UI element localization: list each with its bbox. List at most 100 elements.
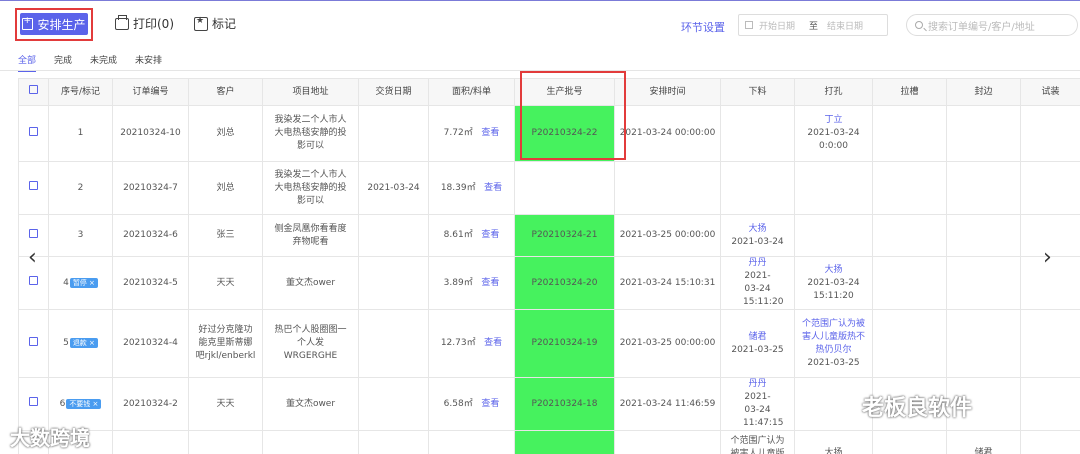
print-button[interactable]: 打印(0)	[115, 14, 174, 32]
cut-worker: 储君	[748, 331, 767, 342]
col-header: 试装	[1020, 78, 1080, 106]
status-badge[interactable]: 暂停 ×	[69, 277, 98, 288]
delivery-date	[358, 377, 429, 431]
address-cell: 我染发二个人市人大电热毯安静的投影可以	[262, 161, 359, 215]
calendar-icon	[745, 21, 753, 29]
order-number-link[interactable]: 20210324-5	[112, 256, 189, 310]
chevron-right-icon[interactable]: ›	[1043, 245, 1052, 270]
area-value: 8.61㎡	[443, 230, 473, 240]
customer-cell: 天天	[188, 256, 263, 310]
edge-cell	[946, 105, 1021, 162]
view-link[interactable]: 查看	[481, 230, 499, 240]
trial-cell	[1020, 430, 1080, 454]
address-cell	[262, 430, 359, 454]
select-all-checkbox[interactable]	[29, 85, 38, 94]
status-badge[interactable]: 不要钱 ×	[66, 398, 102, 409]
row-number-cell: 5 退款 ×	[48, 309, 113, 378]
batch-number: P20210324-20	[514, 256, 615, 310]
drill-date: 2021-03-24 0:0:00	[807, 128, 860, 151]
batch-number: P20210324-18	[514, 377, 615, 431]
stage-settings-link[interactable]: 环节设置	[681, 19, 725, 35]
row-checkbox[interactable]	[29, 126, 38, 136]
trial-cell	[1020, 377, 1080, 431]
area-cell: 7.72㎡ 查看	[428, 105, 515, 162]
watermark-right: 老板良软件	[862, 396, 973, 421]
watermark-left: 大数跨境	[10, 426, 90, 450]
col-header: 拉槽	[872, 78, 947, 106]
area-cell: 12.73㎡ 查看	[428, 309, 515, 378]
table-row[interactable]: 个范围广认为被害人儿童版 大扬 储君	[18, 430, 1080, 454]
drill-cell: 丁立 2021-03-24 0:0:00	[794, 105, 873, 162]
order-number-link[interactable]: 20210324-10	[112, 105, 189, 162]
delivery-date	[358, 256, 429, 310]
area-cell: 6.58㎡ 查看	[428, 377, 515, 431]
row-checkbox[interactable]	[29, 181, 38, 190]
customer-cell: 刘总	[188, 105, 263, 162]
order-number-link[interactable]: 20210324-6	[112, 214, 189, 257]
status-badge[interactable]: 退款 ×	[69, 338, 98, 348]
view-link[interactable]: 查看	[484, 183, 502, 193]
drill-cell	[794, 377, 873, 431]
row-checkbox[interactable]	[29, 228, 38, 238]
date-range-picker[interactable]: 开始日期 至 结束日期	[738, 14, 888, 36]
arrange-time: 2021-03-25 00:00:00	[614, 214, 721, 257]
view-link[interactable]: 查看	[481, 128, 499, 138]
col-header: 封边	[946, 78, 1021, 106]
cut-cell	[720, 161, 795, 215]
customer-cell: 张三	[188, 214, 263, 257]
address-cell: 董文杰ower	[262, 256, 359, 310]
drill-worker: 个范围广认为被害人儿童版热不热仍贝尔	[801, 318, 865, 355]
col-header: 项目地址	[262, 78, 359, 106]
search-input[interactable]: 搜索订单编号/客户/地址	[906, 14, 1078, 36]
col-header: 下料	[720, 78, 795, 106]
mark-button[interactable]: 标记	[194, 15, 236, 32]
order-number-link[interactable]	[112, 430, 189, 454]
row-checkbox[interactable]	[29, 397, 38, 406]
row-number: 2	[48, 161, 113, 215]
cut-date: 2021-03-24	[731, 236, 784, 247]
batch-number: P20210324-21	[514, 214, 615, 257]
address-cell: 董文杰ower	[262, 377, 359, 431]
delivery-date	[358, 430, 429, 454]
highlight-box-batch-column	[520, 71, 626, 160]
cut-date: 2021-03-25	[731, 344, 784, 355]
area-value: 6.58㎡	[443, 398, 473, 409]
chevron-left-icon[interactable]: ‹	[28, 245, 37, 270]
arrange-time: 2021-03-24 00:00:00	[614, 105, 721, 162]
groove-cell	[872, 430, 947, 454]
view-link[interactable]: 查看	[484, 338, 502, 348]
order-number-link[interactable]: 20210324-2	[112, 377, 189, 431]
delivery-date: 2021-03-24	[358, 161, 429, 215]
table-row[interactable]: 2 20210324-7 刘总 我染发二个人市人大电热毯安静的投影可以 2021…	[18, 161, 1080, 215]
row-number-cell: 4 暂停 ×	[48, 256, 113, 310]
view-link[interactable]: 查看	[481, 278, 499, 288]
table-row[interactable]: 5 退款 × 20210324-4 好过分克隆功能克里斯蒂娜吧rjkl/enber…	[18, 309, 1080, 378]
row-checkbox[interactable]	[29, 336, 38, 346]
arrange-time	[614, 161, 721, 215]
order-number-link[interactable]: 20210324-4	[112, 309, 189, 378]
select-all-cell[interactable]	[18, 78, 49, 106]
customer-cell	[188, 430, 263, 454]
drill-cell: 大扬 2021-03-24 15:11:20	[794, 256, 873, 310]
drill-cell: 个范围广认为被害人儿童版热不热仍贝尔 2021-03-25	[794, 309, 873, 378]
table-row[interactable]: 4 暂停 × 20210324-5 天天 董文杰ower 3.89㎡ 查看 P20…	[18, 256, 1080, 310]
view-link[interactable]: 查看	[481, 399, 499, 409]
row-number: 5	[63, 338, 69, 348]
customer-cell: 天天	[188, 377, 263, 431]
arrange-time	[614, 430, 721, 454]
col-header: 客户	[188, 78, 263, 106]
order-number-link[interactable]: 20210324-7	[112, 161, 189, 215]
address-cell: 热巴个人股圈图一个人发WRGERGHE	[262, 309, 359, 378]
cut-worker: 丹丹	[748, 258, 767, 268]
row-number: 6	[59, 398, 66, 409]
groove-cell	[872, 105, 947, 162]
cut-worker: 大扬	[748, 223, 767, 234]
search-icon	[915, 21, 923, 29]
col-header: 序号/标记	[48, 78, 113, 106]
mark-label: 标记	[212, 17, 237, 31]
cut-cell	[720, 105, 795, 162]
row-checkbox[interactable]	[29, 276, 38, 285]
trial-cell	[1020, 105, 1080, 162]
table-row[interactable]: 3 20210324-6 张三 侧金凤凰你看看度弃物呢看 8.61㎡ 查看 P2…	[18, 214, 1080, 257]
edge-worker: 储君	[946, 430, 1021, 454]
